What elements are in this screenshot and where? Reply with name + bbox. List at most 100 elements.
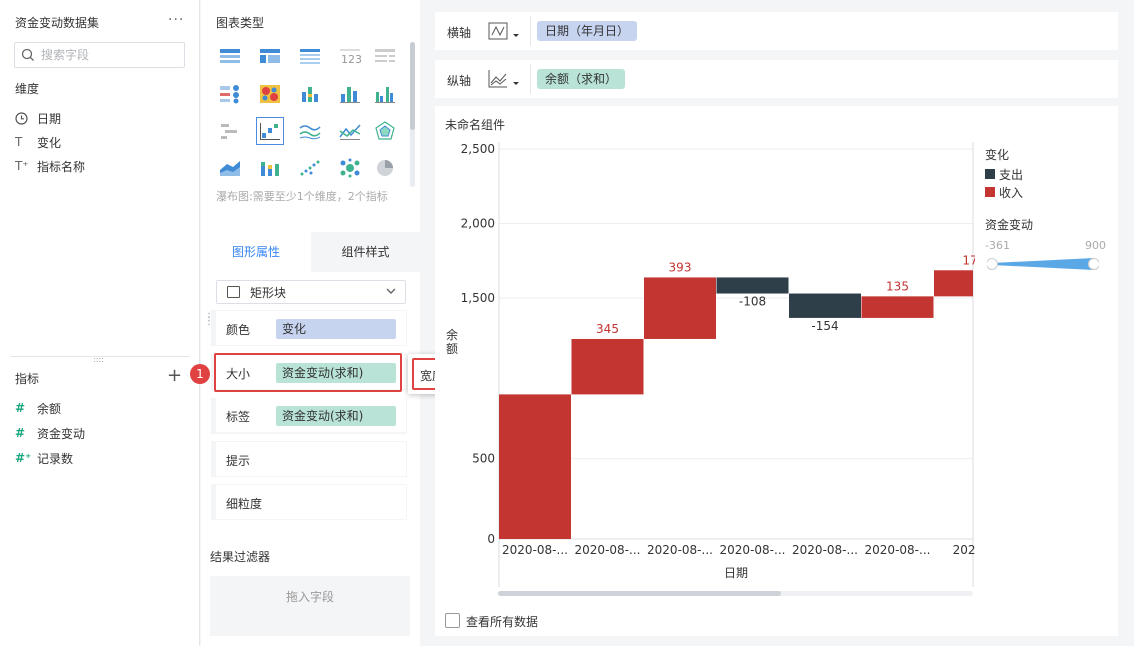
waterfall-bar (716, 277, 789, 294)
x-tick-label: 2020- (953, 543, 975, 557)
prop-color[interactable]: 颜色 变化 (216, 311, 406, 345)
x-tick-label: 2020-08-... (720, 543, 786, 557)
grouped-bar-icon[interactable] (371, 80, 399, 108)
waterfall-bar (789, 293, 861, 318)
legend-item-income[interactable]: 收入 (985, 184, 1023, 200)
line-chart-icon[interactable] (296, 117, 324, 145)
text-card-icon[interactable] (371, 43, 399, 71)
filter-drop-zone[interactable]: 拖入字段 (210, 576, 410, 636)
drag-handle-icon[interactable]: :::: (93, 356, 104, 364)
prop-label: 提示 (226, 454, 251, 468)
stacked-dot-icon[interactable] (296, 80, 324, 108)
kpi-number-icon[interactable]: 123 (336, 43, 364, 71)
range-max: 900 (1085, 239, 1106, 252)
property-tabs: 图形属性 组件样式 (201, 232, 420, 272)
search-input[interactable] (41, 46, 181, 64)
field-metric-name[interactable]: T⁺ 指标名称 (15, 156, 85, 176)
waterfall-bar (861, 296, 934, 318)
radar-chart-icon[interactable] (371, 117, 399, 145)
y-tick-label: 2,000 (461, 217, 495, 231)
y-axis-field-pill[interactable]: 余额（求和） (537, 69, 626, 89)
bar-data-label: 345 (596, 322, 619, 336)
add-measure-button[interactable]: + (167, 367, 182, 385)
y-tick-label: 2,500 (461, 142, 495, 156)
result-filter-title: 结果过滤器 (210, 550, 271, 564)
prop-granularity[interactable]: 细粒度 (216, 485, 406, 519)
chart-hscrollbar[interactable] (498, 591, 973, 596)
field-fund-change[interactable]: # 资金变动 (15, 423, 85, 443)
show-all-checkbox[interactable] (445, 613, 460, 628)
bar-chart-icon[interactable] (336, 80, 364, 108)
range-legend-title: 资金变动 (985, 218, 1034, 232)
range-handle-min[interactable] (987, 258, 998, 270)
x-axis-label: 横轴 (447, 26, 472, 40)
number-calc-type-icon: #⁺ (15, 451, 32, 465)
grouped-table-icon[interactable] (216, 80, 244, 108)
mark-type-select[interactable]: 矩形块 (216, 280, 406, 304)
data-panel: 资金变动数据集 ··· 维度 日期 T 变化 T⁺ 指标名称 :::: 指标 +… (0, 0, 200, 646)
field-label: 日期 (37, 111, 62, 126)
detail-table-icon[interactable] (296, 43, 324, 71)
scroll-thumb[interactable] (498, 591, 781, 596)
waterfall-bar (934, 270, 973, 297)
range-slider[interactable] (987, 257, 1099, 271)
legend-label: 收入 (999, 185, 1024, 200)
dimension-section-label: 维度 (15, 82, 40, 96)
chart-type-label: 图表类型 (216, 16, 265, 30)
gallery-scrollbar[interactable] (410, 42, 415, 187)
rectangle-icon (227, 286, 240, 298)
stacked-bar-icon[interactable] (256, 154, 284, 182)
field-record-count[interactable]: #⁺ 记录数 (15, 448, 73, 468)
field-label: 指标名称 (37, 159, 86, 174)
bubble-chart-icon[interactable] (336, 154, 364, 182)
bar-data-label: 135 (886, 279, 909, 293)
show-all-label: 查看所有数据 (466, 615, 539, 629)
tab-component-style[interactable]: 组件样式 (311, 232, 420, 272)
prop-label[interactable]: 标签 资金变动(求和) (216, 398, 406, 432)
waterfall-bar (571, 338, 644, 395)
search-box[interactable] (14, 42, 185, 68)
x-tick-label: 2020-08-... (865, 543, 931, 557)
chevron-down-icon (386, 288, 396, 294)
more-icon[interactable]: ··· (168, 12, 184, 28)
field-date[interactable]: 日期 (15, 108, 61, 128)
cross-table-icon[interactable] (256, 43, 284, 71)
axis-type-icon[interactable] (487, 68, 523, 90)
polyline-chart-icon[interactable] (336, 117, 364, 145)
range-min: -361 (985, 239, 1010, 252)
prop-tooltip[interactable]: 提示 (216, 442, 406, 476)
legend-swatch (985, 187, 995, 197)
bar-data-label: -108 (739, 295, 766, 309)
field-label: 记录数 (37, 451, 74, 466)
table-chart-icon[interactable] (216, 43, 244, 71)
axis-type-icon[interactable] (487, 20, 523, 42)
heatmap-icon[interactable] (256, 80, 284, 108)
waterfall-chart: 2,500 2,000 1,500 500 0 余额 2020-08-... 345 2020-… (446, 142, 975, 587)
y-tick-label: 0 (487, 532, 495, 546)
field-change[interactable]: T 变化 (15, 132, 61, 152)
waterfall-chart-icon[interactable] (256, 117, 284, 145)
y-axis-bar: 纵轴 余额（求和） (435, 60, 1118, 98)
y-tick-label: 500 (472, 452, 495, 466)
bar-data-label: 393 (669, 260, 692, 274)
number-type-icon: # (15, 426, 26, 440)
filter-placeholder: 拖入字段 (285, 590, 334, 604)
x-axis-field-pill[interactable]: 日期（年月日） (537, 21, 638, 41)
drag-handle-icon[interactable]: ⋮ ⋮ (204, 313, 214, 327)
area-chart-icon[interactable] (216, 154, 244, 182)
scatter-chart-icon[interactable] (296, 154, 324, 182)
legend-item-expense[interactable]: 支出 (985, 166, 1023, 182)
y-tick-label: 1,500 (461, 291, 495, 305)
label-field-pill[interactable]: 资金变动(求和) (276, 406, 396, 426)
pie-chart-icon[interactable] (371, 154, 399, 182)
field-balance[interactable]: # 余额 (15, 398, 61, 418)
range-bar-icon[interactable] (216, 117, 244, 145)
scroll-thumb[interactable] (410, 42, 415, 130)
range-handle-max[interactable] (1088, 258, 1100, 270)
x-axis-bar: 横轴 日期（年月日） (435, 12, 1118, 50)
color-field-pill[interactable]: 变化 (276, 319, 396, 339)
tab-graph-properties[interactable]: 图形属性 (201, 232, 311, 272)
bar-data-label: -154 (811, 319, 838, 333)
config-panel: 图表类型 123 瀑布图:需要至少1个维度，2个指标 图形属性 组件样式 矩形块 (201, 0, 420, 646)
mark-type-value: 矩形块 (250, 285, 287, 300)
